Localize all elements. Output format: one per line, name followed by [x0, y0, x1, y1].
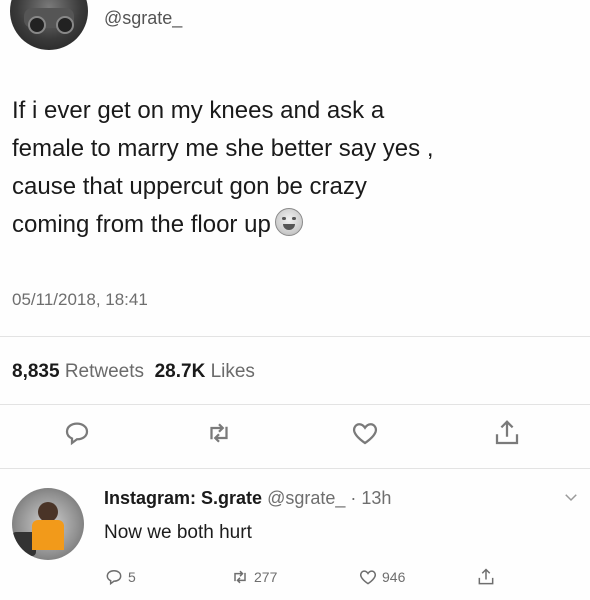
reply-header: Instagram: S.grate @sgrate_ · 13h [104, 488, 391, 509]
avatar[interactable] [12, 488, 84, 560]
reply-share-button[interactable] [476, 566, 496, 588]
share-icon [478, 568, 494, 585]
reply-tweet: Instagram: S.grate @sgrate_ · 13h Now we… [0, 476, 590, 600]
avatar[interactable] [10, 0, 88, 50]
retweet-icon [210, 423, 228, 443]
retweet-count: 277 [254, 569, 278, 585]
like-icon [359, 570, 377, 585]
retweet-button[interactable] [204, 418, 240, 454]
more-options-button[interactable] [562, 488, 580, 506]
tweet-text-line: cause that uppercut gon be crazy [12, 173, 367, 200]
divider [0, 468, 590, 469]
retweet-icon [234, 570, 246, 584]
tweet-text: If i ever get on my knees and ask a fema… [12, 92, 572, 244]
divider [0, 404, 590, 405]
like-icon [352, 423, 378, 445]
reply-retweet-button[interactable]: 277 [230, 566, 277, 588]
like-count: 946 [382, 569, 406, 585]
retweets-count[interactable]: 8,835 [12, 361, 60, 382]
like-button[interactable] [350, 418, 386, 454]
reply-like-button[interactable]: 946 [358, 566, 405, 588]
tweet-text-line: If i ever get on my knees and ask a [12, 97, 385, 124]
display-name[interactable]: Instagram: S.grate [104, 488, 262, 508]
user-handle[interactable]: @sgrate_ [104, 8, 182, 29]
retweets-label[interactable]: Retweets [65, 361, 144, 382]
tweet-text-line: coming from the floor up [12, 206, 572, 244]
reply-reply-button[interactable]: 5 [104, 566, 136, 588]
reply-count: 5 [128, 569, 136, 585]
tweet-text-line: female to marry me she better say yes , [12, 135, 434, 162]
reply-button[interactable] [62, 418, 98, 454]
reply-meta: @sgrate_ · 13h [267, 488, 392, 508]
likes-label[interactable]: Likes [211, 361, 255, 382]
share-icon [495, 420, 519, 445]
share-button[interactable] [492, 418, 528, 454]
reply-icon [106, 569, 122, 586]
crying-laughing-emoji-icon [274, 208, 303, 236]
tweet-actions [0, 418, 590, 458]
chevron-down-icon [565, 494, 577, 502]
likes-count[interactable]: 28.7K [155, 361, 206, 382]
divider [0, 336, 590, 337]
reply-text: Now we both hurt [104, 522, 252, 543]
tweet-timestamp: 05/11/2018, 18:41 [12, 290, 148, 309]
tweet-stats: 8,835 Retweets 28.7K Likes [12, 361, 255, 383]
reply-icon [65, 422, 89, 446]
main-tweet: @sgrate_ If i ever get on my knees and a… [0, 0, 590, 470]
